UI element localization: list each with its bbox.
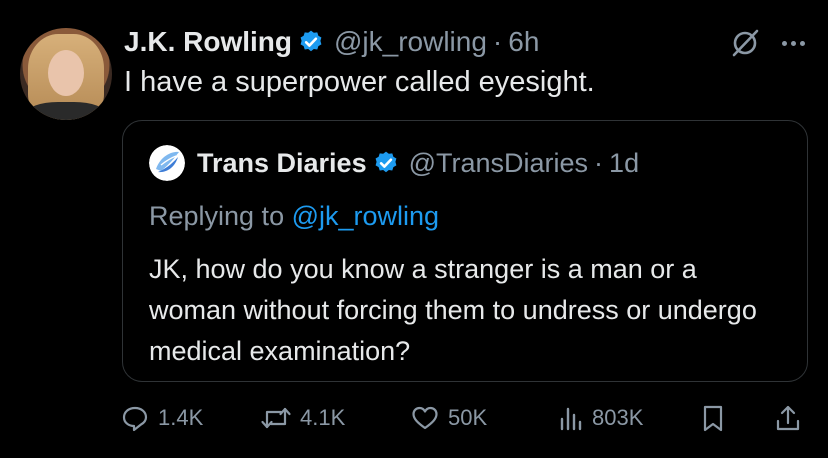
author-avatar[interactable] <box>20 28 112 120</box>
like-icon <box>412 406 438 430</box>
tweet-text: I have a superpower called eyesight. <box>124 66 595 98</box>
avatar-shirt <box>26 102 106 120</box>
quoted-time[interactable]: 1d <box>609 148 639 179</box>
repost-button[interactable]: 4.1K <box>260 398 345 438</box>
author-handle[interactable]: @jk_rowling <box>334 26 487 58</box>
verified-badge-icon <box>375 151 396 173</box>
replying-to: Replying to @jk_rowling <box>149 201 439 232</box>
more-dot <box>781 40 787 46</box>
bookmark-icon <box>703 405 723 432</box>
reply-icon <box>122 406 148 432</box>
quoted-tweet-text: JK, how do you know a stranger is a man … <box>149 254 757 366</box>
more-dot <box>799 40 805 46</box>
trans-diaries-avatar[interactable] <box>149 145 185 181</box>
share-icon <box>776 405 800 431</box>
separator-dot: · <box>492 26 503 57</box>
repost-icon <box>261 407 291 429</box>
share-button[interactable] <box>774 398 802 438</box>
action-bar: 1.4K 4.1K 50K 803K <box>120 398 820 438</box>
quoted-tweet[interactable]: Trans Diaries @TransDiaries · 1d Replyin… <box>122 120 808 382</box>
quoted-author-name[interactable]: Trans Diaries <box>197 148 367 179</box>
repost-count: 4.1K <box>300 405 346 430</box>
tweet-header: J.K. Rowling @jk_rowling · 6h <box>124 24 539 60</box>
like-count: 50K <box>448 405 488 430</box>
tweet-time[interactable]: 6h <box>508 26 539 58</box>
more-icon[interactable] <box>778 28 808 58</box>
reply-count: 1.4K <box>158 405 204 430</box>
more-dot <box>790 40 796 46</box>
avatar-face <box>48 50 84 96</box>
separator-dot: · <box>594 147 604 178</box>
replying-prefix: Replying to <box>149 201 292 231</box>
bookmark-button[interactable] <box>700 398 726 438</box>
quoted-author-handle[interactable]: @TransDiaries <box>409 148 588 179</box>
reply-button[interactable]: 1.4K <box>120 398 203 438</box>
views-icon <box>560 407 582 431</box>
replying-mention-link[interactable]: @jk_rowling <box>292 201 439 231</box>
views-button[interactable]: 803K <box>558 398 643 438</box>
verified-badge-icon <box>300 30 322 52</box>
quoted-header: Trans Diaries @TransDiaries · 1d <box>149 145 639 181</box>
views-count: 803K <box>592 405 644 430</box>
author-name[interactable]: J.K. Rowling <box>124 26 292 58</box>
grok-icon[interactable] <box>730 28 760 58</box>
like-button[interactable]: 50K <box>410 398 487 438</box>
